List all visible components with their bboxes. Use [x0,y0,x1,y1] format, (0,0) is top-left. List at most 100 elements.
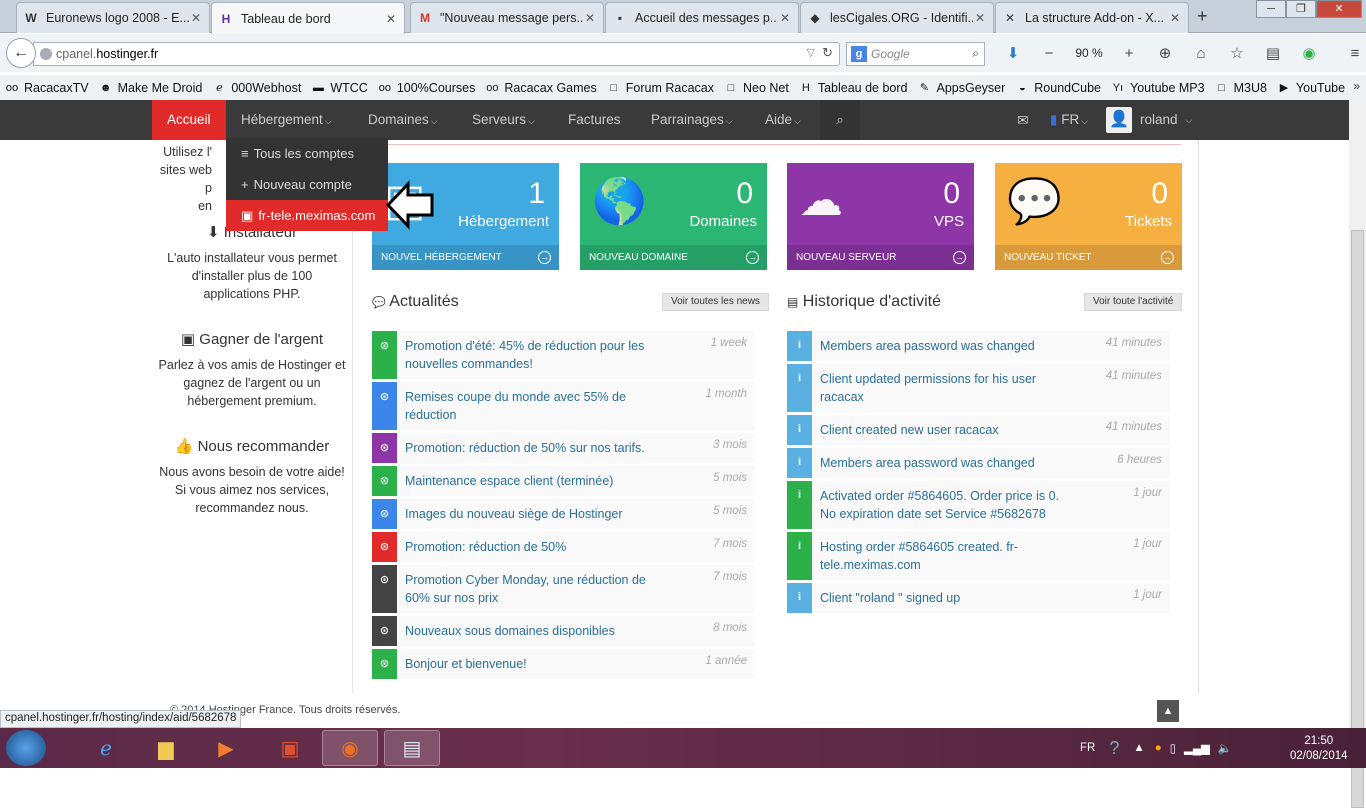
feed-item-link[interactable]: Members area password was changed [812,448,1085,478]
tile-footer-link[interactable]: Nouvel hébergement → [372,245,559,270]
zoom-in-icon[interactable]: + [1111,45,1147,62]
feed-row[interactable]: i Client "roland " signed up 1 jour [787,583,1170,613]
help-icon[interactable]: ? [1109,738,1119,759]
nav-hebergement[interactable]: Hébergement ⌵ [241,100,332,140]
browser-tab[interactable]: W Euronews logo 2008 - E... ✕ [16,2,210,33]
url-bar[interactable]: cpanel. hostinger.fr ▽ ↻ [33,42,840,66]
stat-tile[interactable]: 🌎 0 Domaines Nouveau domaine → [580,163,767,270]
dropdown-arrow-icon[interactable]: ▽ [807,46,815,59]
feed-item-link[interactable]: Client updated permissions for his user … [812,364,1085,412]
bookmark-item[interactable]: □ M3U8 [1214,81,1267,95]
zoom-out-icon[interactable]: − [1031,45,1067,62]
tab-close-icon[interactable]: ✕ [384,12,398,26]
network-icon[interactable]: ▂▄▆ [1184,741,1210,755]
browser-tab[interactable]: M "Nouveau message pers... ✕ [410,2,604,33]
feed-item-link[interactable]: Members area password was changed [812,331,1085,361]
tab-close-icon[interactable]: ✕ [583,11,597,25]
feed-item-link[interactable]: Client created new user racacax [812,415,1085,445]
feed-row[interactable]: i Members area password was changed 41 min… [787,331,1170,361]
input-language[interactable]: FR [1080,742,1095,754]
scroll-top-button[interactable]: ▲ [1157,700,1179,722]
feed-item-link[interactable]: Activated order #5864605. Order price is… [812,481,1085,529]
show-hidden-icons[interactable]: ▲ [1133,742,1144,754]
media-player-icon[interactable]: ▶ [198,730,254,766]
feed-item-link[interactable]: Images du nouveau siège de Hostinger [397,499,670,529]
new-tab-button[interactable]: + [1197,6,1208,27]
bookmark-star-icon[interactable]: ☆ [1219,44,1255,62]
feed-row[interactable]: ⊙ Promotion: réduction de 50% sur nos tar… [372,433,755,463]
crosshair-icon[interactable]: ⊕ [1147,44,1183,62]
feed-row[interactable]: i Hosting order #5864605 created. fr-tele… [787,532,1170,580]
bookmark-item[interactable]: ✎ AppsGeyser [917,81,1005,95]
feed-item-link[interactable]: Promotion: réduction de 50% [397,532,670,562]
feed-row[interactable]: ⊙ Nouveaux sous domaines disponibles 8 moi… [372,616,755,646]
menu-icon[interactable]: ≡ [1337,45,1366,62]
feed-row[interactable]: ⊙ Promotion d'été: 45% de réduction pour … [372,331,755,379]
toolbox-icon[interactable]: ▣ [262,730,318,766]
reload-icon[interactable]: ↻ [822,45,833,61]
feed-item-link[interactable]: Client "roland " signed up [812,583,1085,613]
nav-parrainages[interactable]: Parrainages ⌵ [651,100,733,140]
feed-row[interactable]: ⊙ Images du nouveau siège de Hostinger 5 m… [372,499,755,529]
dropdown-item[interactable]: ≡ Tous les comptes [226,138,388,169]
search-icon[interactable]: ⌕ [972,46,979,61]
browser-tab[interactable]: ▪ Accueil des messages p... ✕ [605,2,799,33]
messages-icon[interactable]: ✉ [1017,100,1029,140]
google-icon[interactable]: g [851,46,867,62]
bookmarks-more-button[interactable]: » [1353,79,1360,93]
site-identity-icon[interactable] [40,48,52,60]
feed-item-link[interactable]: Promotion: réduction de 50% sur nos tari… [397,433,670,463]
clock[interactable]: 21:50 02/08/2014 [1290,734,1348,764]
feed-item-link[interactable]: Bonjour et bienvenue! [397,649,670,679]
feed-item-link[interactable]: Hosting order #5864605 created. fr-tele.… [812,532,1085,580]
bookmark-item[interactable]: oo 100%Courses [377,81,476,95]
tab-close-icon[interactable]: ✕ [973,11,987,25]
bookmark-item[interactable]: □ Neo Net [723,81,789,95]
nav-factures[interactable]: Factures [568,100,621,140]
dropdown-item[interactable]: ▣ fr-tele.meximas.com [226,200,388,231]
restore-button[interactable]: ❐ [1286,0,1316,18]
scrollbar-thumb[interactable] [1351,230,1364,808]
feed-row[interactable]: i Client created new user racacax 41 minut… [787,415,1170,445]
back-button[interactable]: ← [6,38,36,68]
page-scrollbar[interactable] [1349,100,1366,808]
all-news-button[interactable]: Voir toutes les news [662,293,769,311]
tab-close-icon[interactable]: ✕ [189,11,203,25]
explorer-icon[interactable]: ▆ [138,730,194,766]
bookmark-item[interactable]: oo Racacax Games [484,81,597,95]
search-input[interactable]: g Google ⌕ [846,42,985,66]
bookmark-item[interactable]: ☻ Make Me Droid [98,81,203,95]
bookmark-item[interactable]: Yı Youtube MP3 [1110,81,1205,95]
browser-tab[interactable]: ✕ La structure Add-on - X... ✕ [995,2,1189,33]
tab-close-icon[interactable]: ✕ [1168,11,1182,25]
ie-icon[interactable]: ℯ [78,730,134,766]
paint-icon[interactable]: ▤ [384,730,440,766]
nav-aide[interactable]: Aide ⌵ [765,100,801,140]
feed-row[interactable]: i Members area password was changed 6 heur… [787,448,1170,478]
tab-close-icon[interactable]: ✕ [778,11,792,25]
tray-app-icon[interactable]: ● [1155,742,1162,754]
bookmark-item[interactable]: oo RacacaxTV [4,81,89,95]
feed-item-link[interactable]: Nouveaux sous domaines disponibles [397,616,670,646]
bookmark-item[interactable]: ▶ YouTube [1276,81,1345,95]
tile-footer-link[interactable]: Nouveau domaine → [580,245,767,270]
all-activity-button[interactable]: Voir toute l'activité [1084,293,1183,311]
user-menu[interactable]: 👤 roland ⌵ [1106,100,1192,140]
bookmark-item[interactable]: ℯ 000Webhost [211,81,301,95]
browser-tab[interactable]: H Tableau de bord ✕ [211,2,405,34]
nav-serveurs[interactable]: Serveurs ⌵ [472,100,535,140]
browser-tab[interactable]: ◆ lesCigales.ORG - Identifi... ✕ [800,2,994,33]
device-icon[interactable]: ▯ [1170,741,1176,755]
feed-item-link[interactable]: Remises coupe du monde avec 55% de réduc… [397,382,670,430]
stat-tile[interactable]: 💬 0 Tickets Nouveau ticket → [995,163,1182,270]
feed-row[interactable]: ⊙ Promotion Cyber Monday, une réduction d… [372,565,755,613]
minimize-button[interactable]: ─ [1256,0,1286,18]
feed-item-link[interactable]: Maintenance espace client (terminée) [397,466,670,496]
bookmark-item[interactable]: ◒ RoundCube [1014,81,1101,95]
firefox-icon[interactable]: ◉ [322,730,378,766]
home-icon[interactable]: ⌂ [1183,45,1219,62]
nav-accueil[interactable]: Accueil [152,100,226,140]
feed-row[interactable]: ⊙ Remises coupe du monde avec 55% de rédu… [372,382,755,430]
feed-item-link[interactable]: Promotion d'été: 45% de réduction pour l… [397,331,670,379]
tile-footer-link[interactable]: Nouveau serveur → [787,245,974,270]
